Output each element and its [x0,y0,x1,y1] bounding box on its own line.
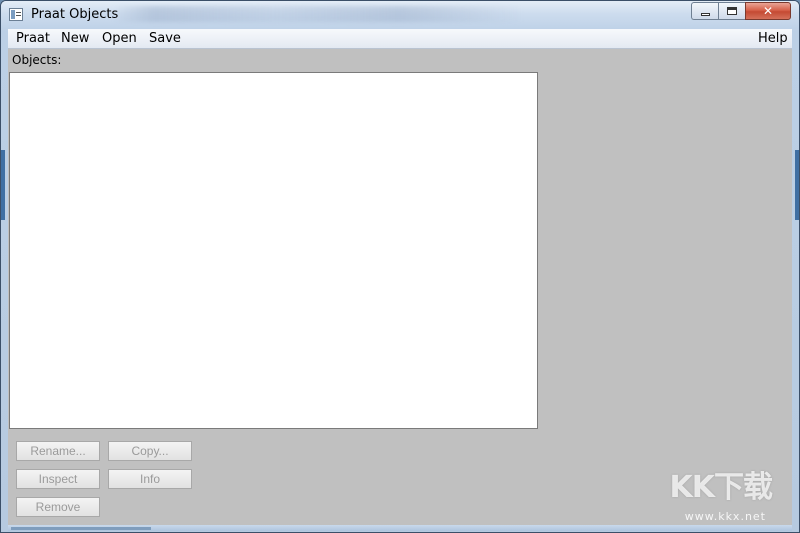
objects-label: Objects: [12,53,62,67]
praat-objects-window: Praat Objects ✕ Praat New Open Save Help… [0,0,800,533]
menu-bar: Praat New Open Save Help [8,29,792,49]
window-title: Praat Objects [31,7,119,22]
menu-praat[interactable]: Praat [16,31,50,46]
rename-button[interactable]: Rename... [16,441,100,461]
title-bar[interactable]: Praat Objects ✕ [1,1,799,29]
minimize-button[interactable] [691,2,718,20]
inspect-button[interactable]: Inspect [16,469,100,489]
blurred-background-strip [113,6,523,22]
window-controls: ✕ [691,2,791,21]
close-button[interactable]: ✕ [745,2,791,20]
watermark-logo: KK下载 [669,470,773,505]
right-edge-scrollbar [795,150,799,220]
menu-save[interactable]: Save [149,31,181,46]
close-icon: ✕ [762,4,774,18]
watermark-url: www.kkx.net [684,510,766,523]
client-area: Objects: Rename... Copy... Inspect Info … [8,49,792,526]
menu-open[interactable]: Open [102,31,137,46]
maximize-button[interactable] [718,2,745,20]
menu-new[interactable]: New [61,31,89,46]
left-edge-scrollbar [1,150,5,220]
objects-list[interactable] [9,72,538,429]
remove-button[interactable]: Remove [16,497,100,517]
menu-help[interactable]: Help [758,31,788,46]
maximize-icon [727,7,737,15]
info-button[interactable]: Info [108,469,192,489]
praat-app-icon[interactable] [9,8,23,21]
taskbar-scroll-thumb [11,527,151,530]
copy-button[interactable]: Copy... [108,441,192,461]
minimize-icon [700,12,710,16]
